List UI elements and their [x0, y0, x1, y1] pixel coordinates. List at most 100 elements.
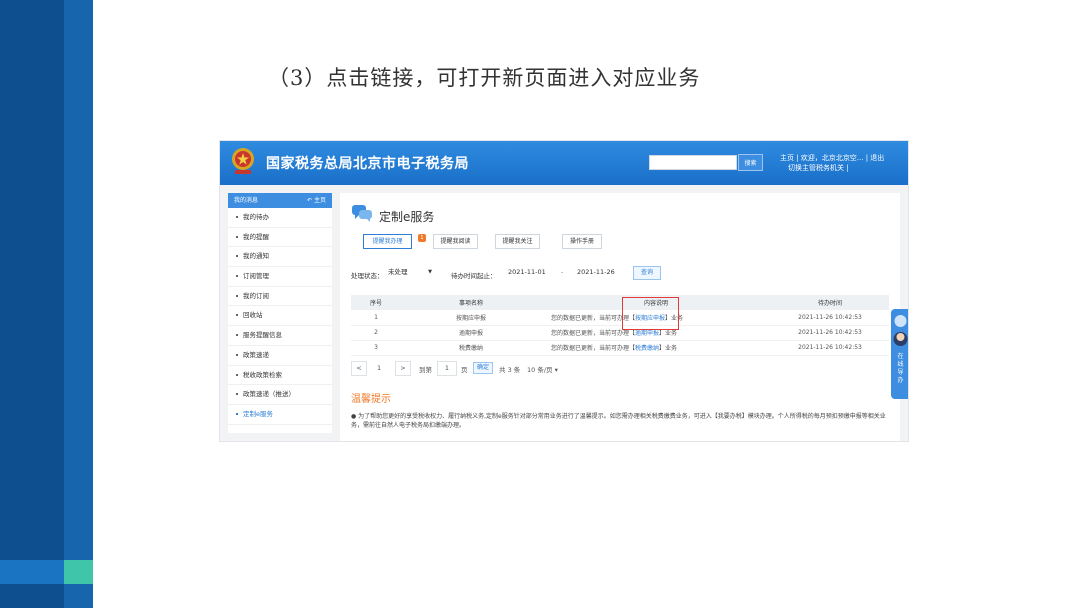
status-select[interactable]: 未处理 ▼ — [383, 265, 437, 280]
bullet-icon — [236, 373, 238, 376]
date-from-input[interactable]: 2021-11-01 — [503, 265, 557, 280]
top-nav-line1[interactable]: 主页 | 欢迎，北京北京空... | 退出 — [780, 154, 884, 162]
query-button[interactable]: 查询 — [633, 266, 661, 280]
page-size-value[interactable]: 10 条/页 — [527, 366, 553, 374]
sidebar-item-label[interactable]: 我的通知 — [243, 252, 269, 260]
decorative-bar-light — [64, 0, 93, 608]
row-name: 按期应申报 — [401, 310, 541, 326]
top-nav-line2[interactable]: 切换主管税务机关 | — [780, 164, 849, 172]
tax-emblem-icon — [232, 148, 254, 174]
col-header-name: 事项名称 — [401, 295, 541, 310]
sidebar-item-label[interactable]: 服务提醒信息 — [243, 331, 282, 339]
date-to-input[interactable]: 2021-11-26 — [572, 265, 626, 280]
bullet-icon — [236, 353, 238, 356]
bullet-icon — [236, 255, 238, 258]
bullet-icon — [236, 235, 238, 238]
bullet-icon — [236, 294, 238, 297]
warm-tips-text: ● 为了帮助您更好的享受税收权力、履行纳税义务,定制e服务针对部分常用业务进行了… — [351, 413, 886, 429]
decorative-stripe-green — [64, 560, 93, 584]
sidebar-item-label[interactable]: 政策速递（推送） — [243, 390, 295, 398]
current-page[interactable]: 1 — [377, 364, 381, 372]
page-unit-label: 页 — [461, 366, 468, 374]
sidebar-item-reminders[interactable]: 我的提醒 — [228, 228, 332, 248]
row-name: 税费缴纳 — [401, 340, 541, 356]
row-no: 1 — [351, 310, 401, 326]
sidebar-item-service-reminders[interactable]: 服务提醒信息 — [228, 326, 332, 346]
sidebar-item-label[interactable]: 我的待办 — [243, 213, 269, 221]
site-title: 国家税务总局北京市电子税务局 — [266, 156, 469, 172]
sidebar-item-todo[interactable]: 我的待办 — [228, 208, 332, 228]
link-highlight-box — [622, 297, 679, 330]
goto-confirm-button[interactable]: 确定 — [473, 362, 493, 374]
row-name: 逾期申报 — [401, 325, 541, 341]
online-guide-button[interactable]: 在线导办 — [891, 309, 908, 399]
sidebar-item-policy-search[interactable]: 税收政策检索 — [228, 366, 332, 386]
screenshot-frame: 国家税务总局北京市电子税务局 搜索 主页 | 欢迎，北京北京空... | 退出 … — [219, 140, 909, 442]
goto-label: 到第 — [419, 366, 432, 374]
sidebar-item-label[interactable]: 我的订阅 — [243, 292, 269, 300]
slide-title: （3）点击链接，可打开新页面进入对应业务 — [268, 66, 701, 90]
sidebar-item-label[interactable]: 回收站 — [243, 311, 263, 319]
sidebar-item-label[interactable]: 税收政策检索 — [243, 371, 282, 379]
sidebar-item-notices[interactable]: 我的通知 — [228, 247, 332, 268]
row-desc-prefix: 您的数据已更新，当前可办理【 — [551, 330, 636, 337]
sidebar-item-policy-express[interactable]: 政策速递 — [228, 346, 332, 366]
table-row: 3 税费缴纳 您的数据已更新，当前可办理【税费缴纳】业务 2021-11-26 … — [351, 340, 889, 356]
sidebar-item-subscription-mgmt[interactable]: 订阅管理 — [228, 267, 332, 287]
top-nav-links[interactable]: 主页 | 欢迎，北京北京空... | 退出 切换主管税务机关 | — [780, 153, 884, 173]
row-time: 2021-11-26 10:42:53 — [771, 340, 889, 356]
table-row: 2 逾期申报 您的数据已更新，当前可办理【逾期申报】业务 2021-11-26 … — [351, 325, 889, 341]
row-business-link[interactable]: 逾期申报 — [635, 330, 659, 337]
tab-remind-follow[interactable]: 提醒我关注 — [495, 234, 540, 249]
status-label: 处理状态： — [351, 272, 384, 280]
sidebar-item-label[interactable]: 订阅管理 — [243, 272, 269, 280]
sidebar: 我的消息 ↶ 主页 我的待办 我的提醒 我的通知 订阅管理 我的订阅 回收站 服… — [228, 193, 332, 433]
chevron-down-icon[interactable]: ▼ — [428, 265, 432, 280]
slide: （3）点击链接，可打开新页面进入对应业务 国家税务总局北京市电子税务局 搜索 主… — [0, 0, 1080, 608]
sidebar-item-recycle-bin[interactable]: 回收站 — [228, 306, 332, 327]
next-page-button[interactable]: > — [395, 361, 411, 376]
sidebar-home-label[interactable]: 主页 — [314, 197, 326, 204]
row-business-link[interactable]: 税费缴纳 — [635, 345, 659, 352]
sidebar-home-link[interactable]: ↶ 主页 — [307, 193, 326, 208]
sidebar-item-policy-push[interactable]: 政策速递（推送） — [228, 385, 332, 405]
tab-manual[interactable]: 操作手册 — [562, 234, 602, 249]
time-range-label: 待办时间起止： — [451, 272, 497, 280]
prev-page-button[interactable]: < — [351, 361, 367, 376]
warm-tips-title: 温馨提示 — [351, 394, 391, 405]
sidebar-item-custom-eservice[interactable]: 定制e服务 — [228, 405, 332, 425]
bullet-icon — [236, 393, 238, 396]
search-button[interactable]: 搜索 — [738, 154, 763, 171]
total-count: 共 3 条 — [499, 366, 521, 374]
todo-table: 序号 事项名称 内容说明 待办时间 1 按期应申报 您的数据已更新，当前可办理【… — [351, 295, 889, 356]
col-header-time: 待办时间 — [771, 295, 889, 310]
sidebar-item-label[interactable]: 定制e服务 — [243, 410, 273, 418]
site-header: 国家税务总局北京市电子税务局 搜索 主页 | 欢迎，北京北京空... | 退出 … — [220, 141, 908, 185]
status-select-value[interactable]: 未处理 — [388, 268, 408, 276]
row-desc-suffix: 】业务 — [659, 330, 678, 337]
chat-bubble-icon — [352, 205, 372, 222]
page-size-select[interactable]: 10 条/页 ▾ — [527, 364, 558, 374]
table-row: 1 按期应申报 您的数据已更新，当前可办理【按期应申报】业务 2021-11-2… — [351, 310, 889, 326]
bullet-icon — [236, 275, 238, 278]
tab-badge: 1 — [418, 234, 426, 242]
bullet-icon — [236, 314, 238, 317]
tab-remind-handle[interactable]: 提醒我办理 — [363, 234, 412, 249]
table-header-row: 序号 事项名称 内容说明 待办时间 — [351, 295, 889, 310]
row-time: 2021-11-26 10:42:53 — [771, 310, 889, 326]
col-header-no: 序号 — [351, 295, 401, 310]
sidebar-item-label[interactable]: 我的提醒 — [243, 233, 269, 241]
chevron-down-icon[interactable]: ▾ — [555, 366, 558, 374]
online-guide-label[interactable]: 在线导办 — [895, 353, 906, 385]
sidebar-item-label[interactable]: 政策速递 — [243, 351, 269, 359]
sidebar-item-my-subscriptions[interactable]: 我的订阅 — [228, 287, 332, 307]
tab-remind-read[interactable]: 提醒我阅读 — [433, 234, 478, 249]
bullet-icon — [236, 334, 238, 337]
goto-page-input[interactable]: 1 — [437, 361, 457, 376]
page-title: 定制e服务 — [379, 210, 435, 224]
bullet-icon — [236, 216, 238, 218]
row-time: 2021-11-26 10:42:53 — [771, 325, 889, 341]
date-separator: - — [561, 269, 564, 276]
search-input[interactable] — [649, 155, 737, 170]
decorative-bar-dark — [0, 0, 64, 608]
